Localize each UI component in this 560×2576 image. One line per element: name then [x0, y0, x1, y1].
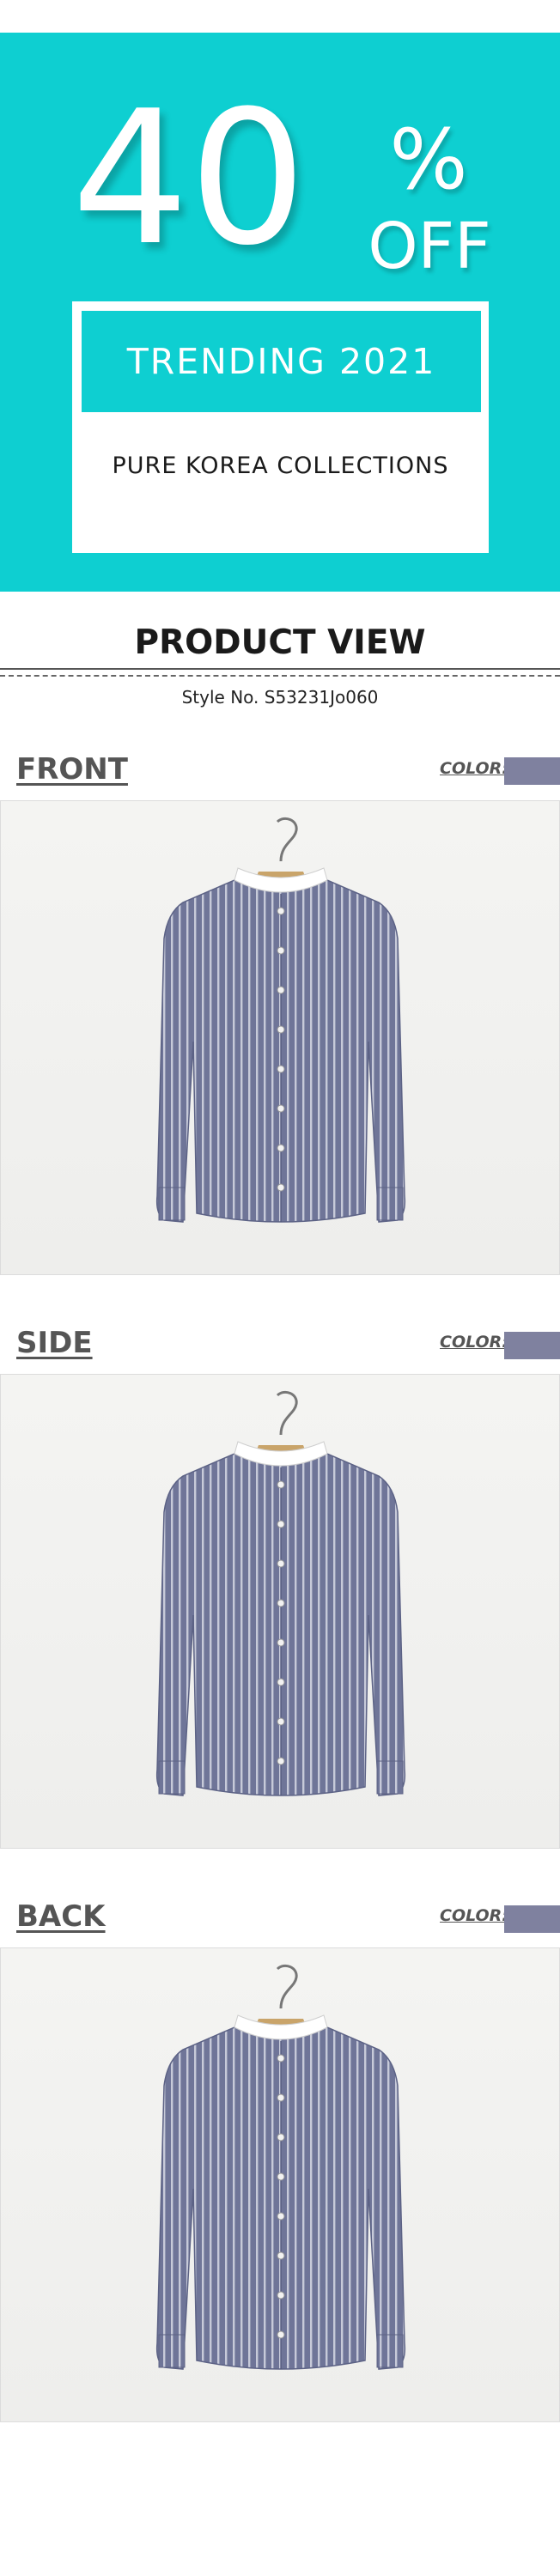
discount-number: 40: [71, 70, 307, 286]
color-swatch-side: [504, 1332, 560, 1359]
left-cuff: [158, 1760, 186, 1795]
product-photo-front: [0, 800, 560, 1275]
shirt-button: [277, 2251, 285, 2260]
section-label-front: FRONT: [16, 752, 128, 787]
shirt-button: [277, 1480, 285, 1489]
shirt-button: [277, 1717, 285, 1726]
left-cuff: [158, 2334, 186, 2368]
shirt-button: [277, 1638, 285, 1647]
shirt-button: [277, 1520, 285, 1528]
shirt-image: [155, 1390, 406, 1796]
percent-sign: %: [389, 112, 468, 208]
shirt-button: [277, 2093, 285, 2102]
promo-subline: PURE KOREA COLLECTIONS: [112, 453, 449, 479]
shirt-button: [277, 2133, 285, 2142]
right-cuff: [376, 1760, 404, 1795]
shirt-button: [277, 1144, 285, 1152]
divider-dashed: [0, 675, 560, 677]
shirt-button: [277, 2330, 285, 2339]
right-cuff: [376, 2334, 404, 2368]
shirt-button: [277, 2291, 285, 2300]
shirt-button: [277, 1599, 285, 1607]
color-label-side: COLOR:: [440, 1333, 508, 1352]
shirt-image: [155, 1964, 406, 2370]
section-label-side: SIDE: [16, 1326, 93, 1360]
color-label-front: COLOR:: [440, 759, 508, 778]
shirt-button: [277, 986, 285, 994]
shirt-image: [155, 817, 406, 1223]
promo-headline: TRENDING 2021: [79, 308, 484, 415]
product-photo-side: [0, 1374, 560, 1849]
hanger-hook: [276, 1964, 298, 2009]
shirt-button: [277, 1104, 285, 1113]
promo-box: TRENDING 2021 PURE KOREA COLLECTIONS: [72, 301, 489, 553]
shirt-button: [277, 1025, 285, 1034]
hanger-hook: [276, 817, 298, 862]
color-label-back: COLOR:: [440, 1906, 508, 1925]
section-label-back: BACK: [16, 1899, 106, 1934]
style-number: Style No. S53231Jo060: [181, 687, 379, 708]
promo-banner: 40 % OFF TRENDING 2021 PURE KOREA COLLEC…: [0, 33, 560, 592]
right-cuff: [376, 1187, 404, 1221]
shirt-button: [277, 2172, 285, 2181]
shirt-button: [277, 1183, 285, 1192]
shirt-button: [277, 2212, 285, 2221]
off-text: OFF: [368, 210, 491, 283]
product-view-title: PRODUCT VIEW: [134, 623, 426, 662]
divider-solid: [0, 668, 560, 670]
hanger-hook: [276, 1390, 298, 1436]
left-cuff: [158, 1187, 186, 1221]
shirt-button: [277, 1757, 285, 1765]
shirt-button: [277, 1678, 285, 1686]
color-swatch-back: [504, 1905, 560, 1933]
shirt-button: [277, 2054, 285, 2063]
shirt-button: [277, 1065, 285, 1073]
shirt-button: [277, 946, 285, 955]
shirt-button: [277, 907, 285, 915]
shirt-button: [277, 1559, 285, 1568]
color-swatch-front: [504, 757, 560, 785]
product-photo-back: [0, 1947, 560, 2422]
